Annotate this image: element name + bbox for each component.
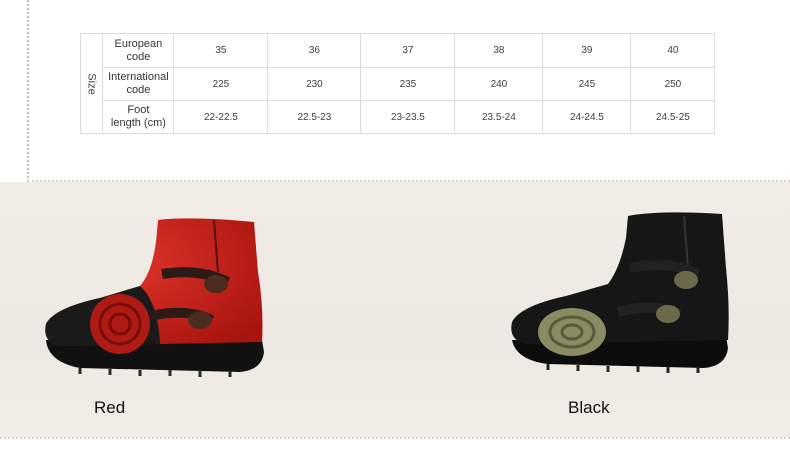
- table-cell: 22.5-23: [267, 100, 362, 134]
- table-cell: 23.5-24: [454, 100, 544, 134]
- table-cell: 36: [267, 33, 362, 68]
- red-boot-image: [45, 218, 264, 377]
- color-label-black: Black: [568, 398, 610, 417]
- table-cell: 22-22.5: [173, 100, 269, 134]
- table-cell: 225: [173, 67, 269, 101]
- color-label-red: Red: [94, 398, 126, 417]
- table-cell: 240: [454, 67, 544, 101]
- table-cell: 235: [360, 67, 456, 101]
- size-table: Size European code 35 36 37 38 39 40 Int…: [79, 33, 716, 134]
- row-header-foot-length: Foot length (cm): [102, 100, 175, 134]
- dotted-divider-vertical: [27, 0, 29, 186]
- table-cell: 38: [454, 33, 544, 68]
- size-side-label: Size: [79, 33, 104, 134]
- table-cell: 245: [542, 67, 632, 101]
- table-cell: 230: [267, 67, 362, 101]
- row-header-european-code: European code: [102, 33, 175, 68]
- size-chart-panel: Size European code 35 36 37 38 39 40 Int…: [0, 0, 790, 186]
- table-row: Foot length (cm) 22-22.5 22.5-23 23-23.5…: [81, 100, 716, 134]
- table-cell: 37: [360, 33, 456, 68]
- table-cell: 23-23.5: [360, 100, 456, 134]
- dotted-divider-bottom: [0, 437, 790, 439]
- table-cell: 250: [630, 67, 716, 101]
- row-header-international-code: International code: [102, 67, 175, 101]
- table-cell: 35: [173, 33, 269, 68]
- table-cell: 40: [630, 33, 716, 68]
- table-cell: 24.5-25: [630, 100, 716, 134]
- table-row: Size European code 35 36 37 38 39 40: [79, 33, 716, 134]
- table-cell: 39: [542, 33, 632, 68]
- black-boot-image: [511, 212, 729, 373]
- table-cell: 24-24.5: [542, 100, 632, 134]
- table-row: International code 225 230 235 240 245 2…: [81, 67, 716, 101]
